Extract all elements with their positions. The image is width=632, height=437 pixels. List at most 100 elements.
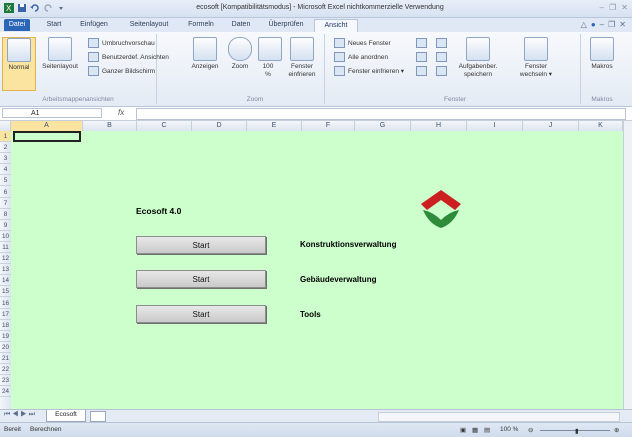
page-break-preview-button[interactable]: Umbruchvorschau: [88, 38, 155, 48]
close-icon[interactable]: ✕: [621, 3, 628, 12]
row-header[interactable]: 16: [0, 298, 11, 309]
row-header[interactable]: 15: [0, 286, 11, 298]
start-tools-button[interactable]: Start: [136, 305, 266, 323]
side-by-side-button[interactable]: [436, 38, 447, 48]
show-button[interactable]: Anzeigen: [188, 37, 222, 71]
vertical-scrollbar[interactable]: [623, 121, 632, 409]
status-calculate[interactable]: Berechnen: [30, 426, 61, 433]
sheet-tab-ecosoft[interactable]: Ecosoft: [46, 410, 86, 422]
help-icon[interactable]: ●: [591, 20, 596, 29]
row-header[interactable]: 8: [0, 209, 11, 220]
unhide-button[interactable]: [416, 66, 427, 76]
row-header[interactable]: 24: [0, 386, 11, 398]
macros-button[interactable]: Makros: [588, 37, 616, 71]
name-box[interactable]: A1: [2, 108, 102, 118]
column-header[interactable]: C: [137, 121, 192, 131]
tab-ansicht[interactable]: Ansicht: [314, 19, 358, 32]
view-pagebreak-icon[interactable]: ▤: [484, 426, 490, 434]
zoom-level[interactable]: 100 %: [500, 426, 518, 433]
workbook-minimize-icon[interactable]: –: [600, 20, 604, 29]
insert-sheet-icon[interactable]: [90, 411, 106, 422]
minimize-icon[interactable]: –: [600, 3, 604, 12]
undo-icon[interactable]: [30, 3, 40, 13]
save-workspace-icon: [466, 37, 490, 61]
zoom-slider-thumb[interactable]: ▮: [575, 427, 579, 435]
sync-scroll-button[interactable]: [436, 52, 447, 62]
workbook-close-icon[interactable]: ✕: [619, 20, 626, 29]
column-header[interactable]: F: [302, 121, 355, 131]
row-header[interactable]: 9: [0, 220, 11, 231]
tab-einfuegen[interactable]: Einfügen: [76, 19, 112, 31]
horizontal-scrollbar[interactable]: [378, 412, 620, 422]
row-header[interactable]: 1: [0, 131, 11, 143]
redo-icon[interactable]: [43, 3, 53, 13]
view-layout-icon[interactable]: ▦: [472, 426, 478, 434]
freeze-panes-button[interactable]: Fenster einfrieren: [282, 37, 322, 79]
formula-input[interactable]: [136, 108, 626, 120]
tab-ueberpruefen[interactable]: Überprüfen: [264, 19, 308, 31]
hide-button[interactable]: [416, 52, 427, 62]
custom-views-button[interactable]: Benutzerdef. Ansichten: [88, 52, 169, 62]
reset-position-button[interactable]: [436, 66, 447, 76]
save-icon[interactable]: [17, 3, 27, 13]
row-header[interactable]: 13: [0, 264, 11, 276]
row-header[interactable]: 17: [0, 309, 11, 320]
column-header[interactable]: J: [523, 121, 579, 131]
arrange-all-button[interactable]: Alle anordnen: [334, 52, 388, 62]
tab-daten[interactable]: Daten: [226, 19, 256, 31]
row-header[interactable]: 14: [0, 275, 11, 287]
column-header[interactable]: H: [411, 121, 467, 131]
save-workspace-button[interactable]: Aufgabenber. speichern: [454, 37, 502, 79]
normal-view-button[interactable]: Normal: [2, 37, 36, 91]
new-window-button[interactable]: Neues Fenster: [334, 38, 391, 48]
row-header[interactable]: 7: [0, 198, 11, 209]
zoom-out-icon[interactable]: ⊖: [528, 426, 533, 434]
switch-windows-button[interactable]: Fenster wechseln ▾: [514, 37, 558, 79]
row-header[interactable]: 23: [0, 375, 11, 387]
zoom-in-icon[interactable]: ⊕: [614, 426, 619, 434]
sheet-nav-arrows[interactable]: ⏮ ◀ ▶ ⏭: [4, 411, 35, 419]
tab-formeln[interactable]: Formeln: [184, 19, 218, 31]
excel-app-icon[interactable]: X: [4, 3, 14, 13]
full-screen-button[interactable]: Ganzer Bildschirm: [88, 66, 155, 76]
row-header[interactable]: 10: [0, 231, 11, 242]
row-header[interactable]: 21: [0, 353, 11, 365]
restore-icon[interactable]: ❐: [609, 3, 616, 12]
workbook-restore-icon[interactable]: ❐: [608, 20, 615, 29]
column-header[interactable]: I: [467, 121, 523, 131]
view-normal-icon[interactable]: ▣: [460, 426, 466, 434]
freeze-window-button[interactable]: Fenster einfrieren ▾: [334, 66, 404, 76]
row-header[interactable]: 22: [0, 364, 11, 376]
active-cell[interactable]: [13, 131, 81, 142]
tab-datei[interactable]: Datei: [4, 19, 30, 31]
row-header[interactable]: 5: [0, 175, 11, 187]
worksheet-grid[interactable]: [11, 131, 623, 409]
row-header[interactable]: 4: [0, 164, 11, 176]
customize-qat-icon[interactable]: [56, 3, 66, 13]
split-button[interactable]: [416, 38, 427, 48]
page-layout-button[interactable]: Seitenlayout: [38, 37, 82, 71]
column-header[interactable]: D: [192, 121, 247, 131]
column-header[interactable]: G: [355, 121, 411, 131]
zoom-button[interactable]: Zoom: [228, 37, 252, 71]
column-header[interactable]: A: [11, 121, 83, 131]
column-header[interactable]: B: [83, 121, 137, 131]
row-header[interactable]: 11: [0, 242, 11, 254]
row-header[interactable]: 12: [0, 253, 11, 265]
start-konstruktion-button[interactable]: Start: [136, 236, 266, 254]
minimize-ribbon-icon[interactable]: △: [581, 20, 587, 29]
insert-function-icon[interactable]: fx: [118, 108, 124, 117]
row-header[interactable]: 6: [0, 187, 11, 198]
tab-seitenlayout[interactable]: Seitenlayout: [124, 19, 174, 31]
row-header[interactable]: 3: [0, 153, 11, 165]
row-header[interactable]: 18: [0, 320, 11, 331]
zoom-100-button[interactable]: 100 %: [258, 37, 282, 79]
column-header[interactable]: K: [579, 121, 623, 131]
start-gebaeude-button[interactable]: Start: [136, 270, 266, 288]
select-all-corner[interactable]: [0, 121, 11, 131]
tab-start[interactable]: Start: [42, 19, 66, 31]
row-header[interactable]: 2: [0, 142, 11, 154]
row-header[interactable]: 20: [0, 342, 11, 353]
column-header[interactable]: E: [247, 121, 302, 131]
row-header[interactable]: 19: [0, 331, 11, 342]
